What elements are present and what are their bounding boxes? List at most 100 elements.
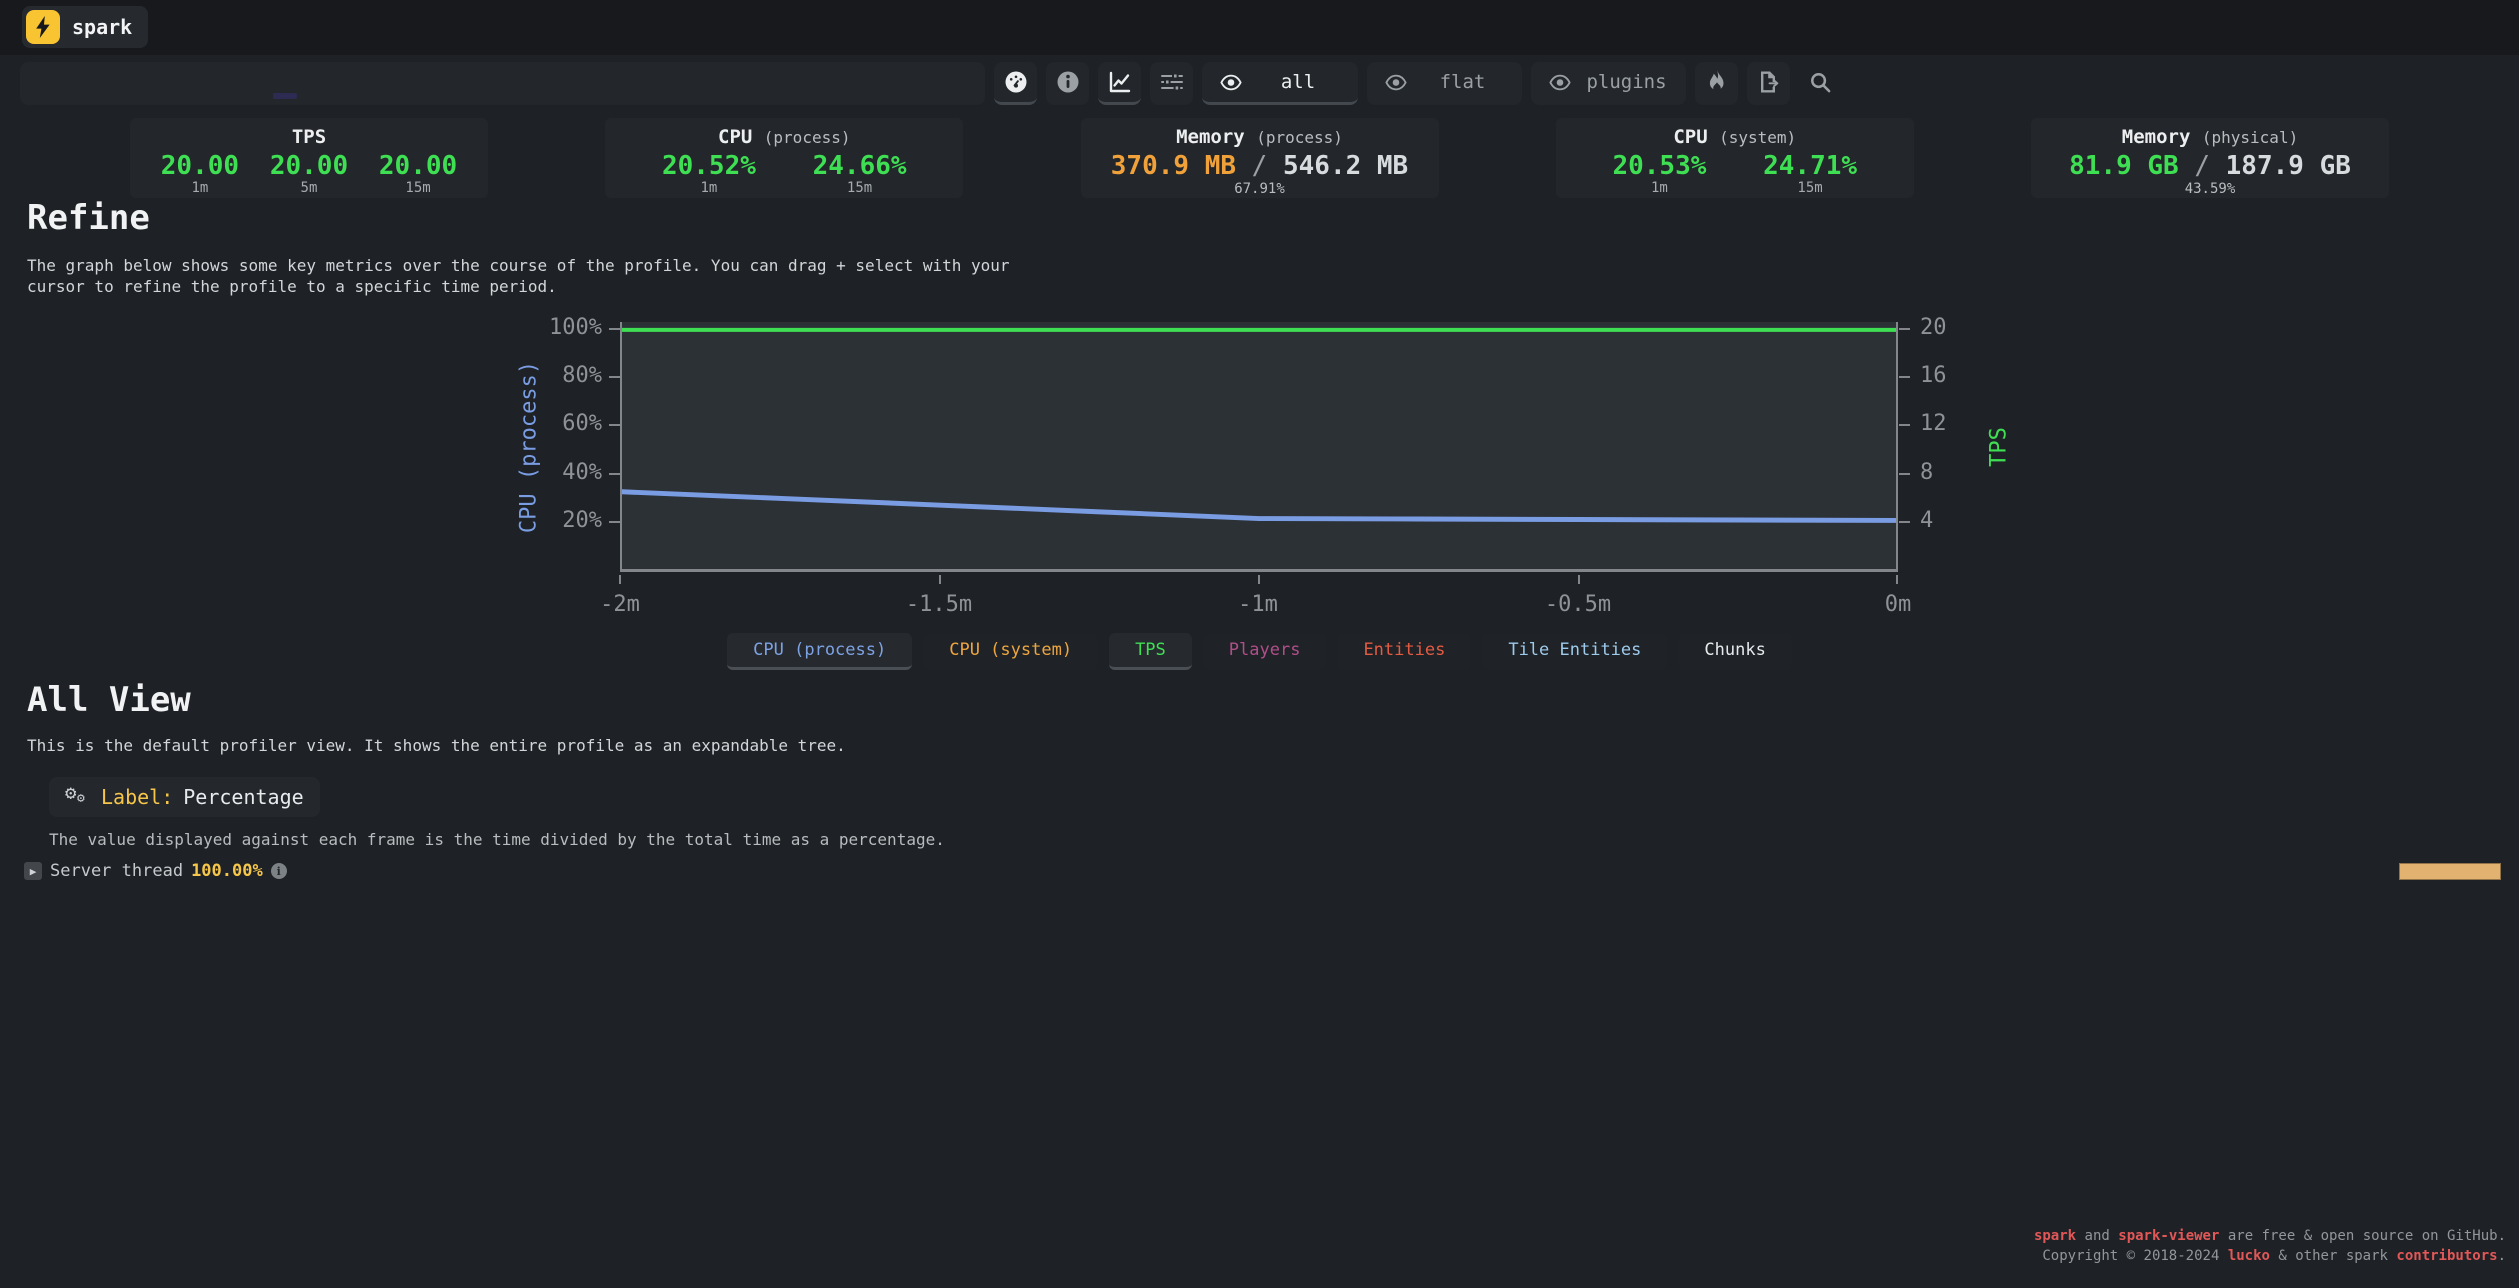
axis-tick — [1899, 473, 1910, 475]
thread-row-server-thread[interactable]: ▶ Server thread 100.00% i — [24, 861, 287, 881]
spark-logo[interactable]: spark — [22, 6, 148, 48]
eye-icon — [1220, 74, 1242, 91]
info-button[interactable] — [1046, 62, 1089, 105]
axis-tick — [1899, 521, 1910, 523]
search-icon — [1809, 71, 1832, 94]
tps-1m: 20.00 1m — [161, 151, 239, 196]
top-bar: spark — [0, 0, 2519, 55]
label-description: The value displayed against each frame i… — [49, 830, 945, 849]
chart-line-icon — [1108, 70, 1132, 94]
widget-title: Memory (physical) — [2031, 126, 2389, 148]
x-axis-tick-label: -1.5m — [879, 592, 999, 618]
right-axis-tick-label: 12 — [1920, 411, 2000, 437]
view-plugins-button[interactable]: plugins — [1531, 62, 1686, 105]
memory-process-widget[interactable]: Memory (process) 370.9 MB / 546.2 MB 67.… — [1081, 118, 1439, 198]
footer-line-2: Copyright © 2018-2024 lucko & other spar… — [2034, 1246, 2506, 1266]
contributors-link[interactable]: contributors — [2396, 1248, 2497, 1264]
file-export-icon — [1757, 70, 1781, 94]
tps-widget[interactable]: TPS 20.00 1m 20.00 5m 20.00 15m — [130, 118, 488, 198]
logo-text: spark — [72, 15, 132, 39]
metric-button-entities[interactable]: Entities — [1337, 633, 1471, 670]
axis-tick — [619, 575, 621, 584]
refine-chart-plot[interactable] — [620, 322, 1898, 572]
toolbar: all flat plugins — [20, 62, 1842, 105]
all-view-title: All View — [27, 680, 945, 720]
spark-profiler-page: spark — [0, 0, 2519, 1288]
eye-icon — [1549, 74, 1571, 91]
view-flat-label: flat — [1421, 71, 1504, 93]
spark-link[interactable]: spark — [2034, 1228, 2076, 1244]
metric-button-cpu-process[interactable]: CPU (process) — [727, 633, 912, 670]
axis-tick — [1899, 328, 1910, 330]
metric-button-tile-entities[interactable]: Tile Entities — [1482, 633, 1667, 670]
axis-tick — [609, 424, 620, 426]
expand-caret-icon[interactable]: ▶ — [24, 862, 42, 880]
label-selector[interactable]: ⚙⚙ Label: Percentage — [49, 777, 320, 817]
left-axis-tick-label: 100% — [480, 315, 602, 341]
memory-process-value: 370.9 MB / 546.2 MB — [1081, 151, 1439, 181]
metric-button-chunks[interactable]: Chunks — [1678, 633, 1791, 670]
gauge-icon — [1004, 70, 1028, 94]
right-axis-title: TPS — [1987, 427, 2012, 467]
cpu-process-15m: 24.66% 15m — [813, 151, 907, 196]
export-button[interactable] — [1747, 62, 1790, 105]
thread-percent: 100.00% — [191, 861, 263, 881]
axis-tick — [1578, 575, 1580, 584]
cpu-system-15m: 24.71% 15m — [1763, 151, 1857, 196]
graphs-button[interactable] — [1098, 62, 1141, 105]
metric-button-tps[interactable]: TPS — [1109, 633, 1192, 670]
all-view-description: This is the default profiler view. It sh… — [27, 736, 945, 755]
metric-buttons-row: CPU (process) CPU (system) TPS Players E… — [0, 633, 2519, 670]
footer-line-1: spark and spark-viewer are free & open s… — [2034, 1226, 2506, 1246]
gauge-button[interactable] — [994, 62, 1037, 105]
flame-icon — [1707, 70, 1727, 94]
view-plugins-label: plugins — [1585, 71, 1668, 93]
view-flat-button[interactable]: flat — [1367, 62, 1522, 105]
info-circle-icon[interactable]: i — [271, 863, 287, 879]
refine-section: Refine The graph below shows some key me… — [27, 198, 1037, 297]
memory-physical-widget[interactable]: Memory (physical) 81.9 GB / 187.9 GB 43.… — [2031, 118, 2389, 198]
search-button[interactable] — [1799, 62, 1842, 105]
axis-tick — [1258, 575, 1260, 584]
cpu-system-widget[interactable]: CPU (system) 20.53% 1m 24.71% 15m — [1556, 118, 1914, 198]
left-axis-tick-label: 80% — [480, 363, 602, 389]
right-axis-tick-label: 8 — [1920, 460, 2000, 486]
thread-percent-bar — [2399, 863, 2501, 880]
view-all-button[interactable]: all — [1202, 62, 1358, 105]
spark-viewer-link[interactable]: spark-viewer — [2118, 1228, 2219, 1244]
gears-icon: ⚙⚙ — [65, 785, 91, 809]
thread-name: Server thread — [50, 861, 183, 881]
tps-15m: 20.00 15m — [379, 151, 457, 196]
left-axis-title: CPU (process) — [517, 361, 542, 533]
metric-button-cpu-system[interactable]: CPU (system) — [923, 633, 1098, 670]
toolbar-title-area[interactable] — [20, 62, 985, 105]
tps-5m: 20.00 5m — [270, 151, 348, 196]
right-axis-tick-label: 16 — [1920, 363, 2000, 389]
x-axis-tick-label: -0.5m — [1518, 592, 1638, 618]
toolbar-selection-dash — [273, 93, 297, 99]
left-axis-tick-label: 40% — [480, 460, 602, 486]
x-axis-tick-label: 0m — [1838, 592, 1958, 618]
widget-title: CPU (system) — [1556, 126, 1914, 148]
axis-tick — [1896, 575, 1898, 584]
cpu-process-widget[interactable]: CPU (process) 20.52% 1m 24.66% 15m — [605, 118, 963, 198]
footer: spark and spark-viewer are free & open s… — [2034, 1226, 2506, 1266]
axis-tick — [609, 328, 620, 330]
refine-title: Refine — [27, 198, 1037, 238]
flame-view-button[interactable] — [1695, 62, 1738, 105]
info-icon — [1056, 70, 1080, 94]
widget-title: TPS — [130, 126, 488, 148]
eye-icon — [1385, 74, 1407, 91]
memory-process-percent: 67.91% — [1081, 181, 1439, 197]
label-key: Label: — [101, 785, 173, 809]
right-axis-tick-label: 20 — [1920, 315, 2000, 341]
axis-tick — [609, 376, 620, 378]
x-axis-tick-label: -2m — [560, 592, 680, 618]
right-axis-tick-label: 4 — [1920, 508, 2000, 534]
lightning-bolt-icon — [26, 10, 60, 44]
metric-button-players[interactable]: Players — [1203, 633, 1327, 670]
left-axis-tick-label: 60% — [480, 411, 602, 437]
axis-tick — [1899, 424, 1910, 426]
settings-button[interactable] — [1150, 62, 1193, 105]
lucko-link[interactable]: lucko — [2228, 1248, 2270, 1264]
